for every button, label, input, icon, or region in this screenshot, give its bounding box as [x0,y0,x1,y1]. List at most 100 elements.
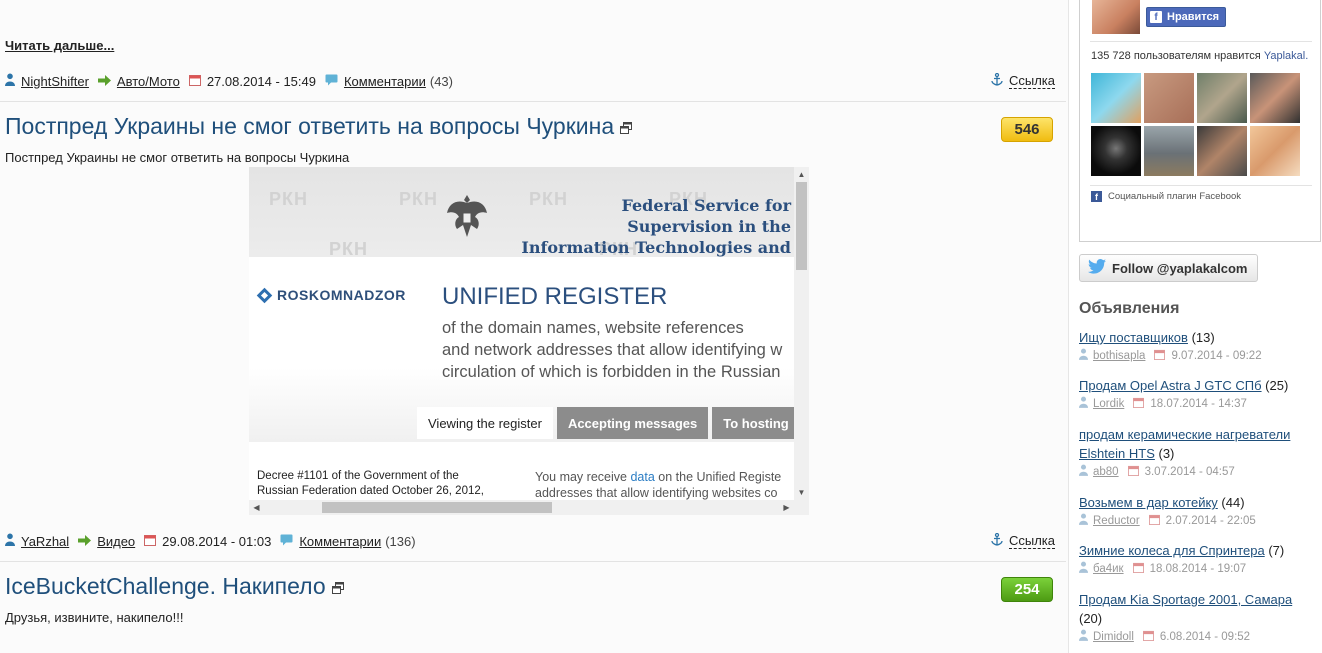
user-icon [1079,464,1088,479]
category-meta: Видео [78,534,135,549]
image-tabs: Viewing the register Accepting messages … [417,407,804,439]
category-link[interactable]: Видео [97,534,135,549]
scroll-left-icon[interactable]: ◀ [249,500,264,515]
author-link[interactable]: YaRzhal [21,534,69,549]
post-title: IceBucketChallenge. Накипело [5,573,344,600]
permalink[interactable]: Ссылка [991,532,1055,549]
facebook-icon: f [1091,191,1102,202]
ad-author-link[interactable]: ab80 [1093,466,1119,478]
anchor-icon [991,532,1003,549]
ad-title-link[interactable]: Продам Opel Astra J GTC СПб [1079,378,1262,393]
user-icon [5,533,15,549]
comments-link[interactable]: Комментарии [299,534,381,549]
ad-date: 6.08.2014 - 09:52 [1159,630,1251,643]
agency-title: Federal Service for Supervision in the I… [521,196,791,257]
category-link[interactable]: Авто/Мото [117,74,180,89]
ad-date: 3.07.2014 - 04:57 [1144,465,1235,478]
eagle-emblem-icon [445,191,489,244]
permalink[interactable]: Ссылка [991,72,1055,89]
ad-author-link[interactable]: bothisapla [1093,350,1145,362]
external-window-icon[interactable] [331,573,344,600]
ad-title-link[interactable]: Зимние колеса для Спринтера [1079,543,1265,558]
scrollbar-thumb[interactable] [796,182,807,270]
decree-text: Decree #1101 of the Government of the Ru… [257,470,484,497]
ad-title-link[interactable]: Ищу поставщиков [1079,330,1188,345]
twitter-bird-icon [1088,259,1106,277]
scroll-down-icon[interactable]: ▼ [794,485,809,500]
read-more-link[interactable]: Читать дальше... [5,38,114,53]
fan-avatar[interactable] [1250,126,1300,176]
scroll-right-icon[interactable]: ▶ [779,500,794,515]
ad-title-link[interactable]: Возьмем в дар котейку [1079,495,1218,510]
calendar-icon [1142,630,1154,644]
facebook-fans-count: 135 728 пользователям нравится Yaplakal. [1091,50,1309,62]
facebook-page-link[interactable]: Yaplakal. [1264,50,1308,62]
permalink-label[interactable]: Ссылка [1008,533,1055,549]
ad-author-link[interactable]: Dimidoll [1093,631,1134,643]
post-image[interactable]: РКН РКН РКН РКН РКН РКН Federal Service … [249,167,809,515]
ad-item: продам керамические нагреватели Elshtein … [1079,425,1319,479]
ad-title-link[interactable]: Продам Kia Sportage 2001, Самара [1079,592,1292,607]
watermark: РКН [329,239,368,257]
horizontal-scrollbar[interactable]: ◀ ▶ [249,500,809,515]
ad-title-link[interactable]: продам керамические нагреватели [1079,427,1290,442]
ad-date: 18.07.2014 - 14:37 [1150,397,1247,410]
divider [1090,41,1312,42]
ad-count: (20) [1079,611,1103,626]
fan-avatar[interactable] [1091,126,1141,176]
calendar-icon [1127,465,1139,479]
ad-author-link[interactable]: Reductor [1093,515,1140,527]
fan-avatar[interactable] [1144,126,1194,176]
ad-item: Возьмем в дар котейку (44) Reductor 2.07… [1079,493,1319,528]
ad-item: Ищу поставщиков (13) bothisapla 9.07.201… [1079,328,1319,363]
fan-avatar[interactable] [1144,73,1194,123]
divider [0,101,1066,102]
author-link[interactable]: NightShifter [21,74,89,89]
post-date: 27.08.2014 - 15:49 [206,73,316,89]
post-title-link[interactable]: Постпред Украины не смог ответить на воп… [5,113,614,140]
ad-author-link[interactable]: ба4ик [1093,563,1124,575]
ad-count: (3) [1158,446,1175,461]
user-icon [5,73,15,89]
arrow-right-icon [78,534,92,549]
roskomnadzor-logo: ROSKOMNADZOR [256,287,406,303]
fan-avatar[interactable] [1197,73,1247,123]
page-avatar[interactable] [1092,0,1140,34]
permalink-label[interactable]: Ссылка [1008,73,1055,89]
vertical-scrollbar[interactable]: ▲ ▼ [794,167,809,500]
author-meta: NightShifter [5,73,89,89]
anchor-icon [991,72,1003,89]
ad-item: Зимние колеса для Спринтера (7) ба4ик 18… [1079,541,1319,576]
date-meta: 27.08.2014 - 15:49 [188,73,316,89]
tab-accepting-messages: Accepting messages [556,407,709,439]
main-content: Читать дальше... NightShifter Авто/Мото … [0,0,1066,653]
external-window-icon[interactable] [620,113,633,140]
calendar-icon [188,74,201,89]
calendar-icon [1148,514,1160,528]
divider [1090,185,1312,186]
ad-date: 2.07.2014 - 22:05 [1165,514,1256,527]
facebook-plugin-label: f Социальный плагин Facebook [1091,191,1241,202]
sidebar: f Нравится 135 728 пользователям нравитс… [1068,0,1322,653]
twitter-follow-button[interactable]: Follow @yaplakalcom [1079,254,1258,282]
arrow-right-icon [97,74,111,89]
rating-badge[interactable]: 546 [1001,117,1053,142]
ad-author-link[interactable]: Lordik [1093,398,1124,410]
user-icon [1079,348,1088,363]
post-title-link[interactable]: IceBucketChallenge. Накипело [5,573,326,600]
facebook-like-button[interactable]: f Нравится [1146,7,1227,27]
receive-data-text: You may receive data on the Unified Regi… [535,470,782,500]
ad-title-link[interactable]: Elshtein HTS [1079,446,1155,461]
scrollbar-thumb[interactable] [322,502,552,513]
comments-meta: Комментарии (136) [280,534,416,549]
scroll-up-icon[interactable]: ▲ [794,167,809,182]
rating-badge[interactable]: 254 [1001,577,1053,602]
ad-item: Продам Opel Astra J GTC СПб (25) Lordik … [1079,376,1319,411]
user-icon [1079,396,1088,411]
fan-avatar[interactable] [1197,126,1247,176]
image-header: РКН РКН РКН РКН РКН РКН Federal Service … [249,167,794,257]
comments-link[interactable]: Комментарии [344,74,426,89]
fan-avatar[interactable] [1091,73,1141,123]
fan-avatar[interactable] [1250,73,1300,123]
register-subtitle: of the domain names, website references … [442,319,783,381]
